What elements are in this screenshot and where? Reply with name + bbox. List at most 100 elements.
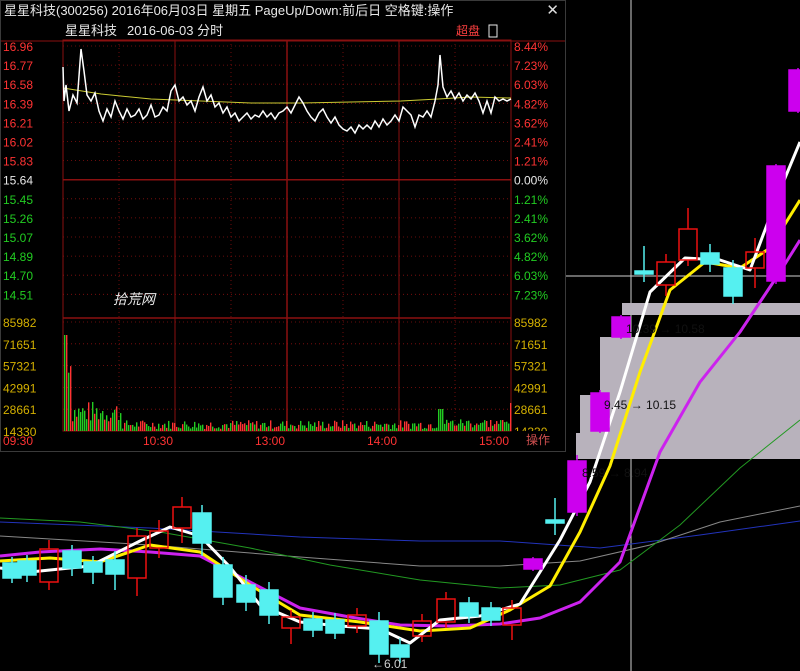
volume-bar bbox=[366, 421, 368, 431]
candle-body bbox=[39, 548, 59, 583]
volume-bar bbox=[102, 410, 104, 431]
pct-tick-label: 6.03% bbox=[514, 78, 548, 92]
intraday-popup[interactable]: 星星科技(300256) 2016年06月03日 星期五 PageUp/Down… bbox=[0, 0, 566, 452]
volume-bar bbox=[312, 425, 314, 431]
volume-tick-label: 85982 bbox=[514, 316, 548, 330]
volume-bar bbox=[398, 425, 400, 431]
volume-bar bbox=[472, 427, 474, 431]
volume-bar bbox=[132, 424, 134, 431]
volume-bar bbox=[154, 426, 156, 431]
volume-bar bbox=[212, 426, 214, 431]
volume-bar bbox=[266, 427, 268, 431]
volume-bar bbox=[186, 424, 188, 431]
volume-bar bbox=[390, 428, 392, 431]
volume-bar bbox=[94, 413, 96, 431]
volume-bar bbox=[318, 421, 320, 431]
intraday-chart[interactable]: 星星科技 2016-06-03 分时 超盘 16.96 8.44% 16.77 7.23% 1… bbox=[1, 21, 565, 451]
volume-bar bbox=[322, 421, 324, 431]
candle-body bbox=[172, 506, 192, 529]
volume-bar bbox=[72, 421, 74, 431]
volume-bar bbox=[100, 413, 102, 431]
volume-bar bbox=[92, 401, 94, 431]
volume-bar bbox=[182, 424, 184, 431]
volume-bar bbox=[114, 409, 116, 431]
volume-bar bbox=[384, 423, 386, 431]
operate-button[interactable]: 操作 bbox=[513, 431, 563, 449]
volume-bar bbox=[340, 427, 342, 431]
chaopan-toggle bbox=[488, 24, 498, 38]
volume-bar bbox=[492, 425, 494, 431]
pct-tick-label: 4.82% bbox=[514, 97, 548, 111]
candle-body bbox=[523, 558, 543, 570]
volume-bar bbox=[274, 427, 276, 431]
volume-bar bbox=[410, 428, 412, 431]
volume-bar bbox=[262, 423, 264, 431]
volume-bar bbox=[328, 423, 330, 431]
volume-bar bbox=[404, 421, 406, 431]
volume-bar bbox=[240, 421, 242, 431]
moving-average-line bbox=[0, 505, 800, 567]
volume-bar bbox=[218, 427, 220, 431]
popup-title: 星星科技(300256) 2016年06月03日 星期五 PageUp/Down… bbox=[4, 3, 454, 18]
volume-bar bbox=[64, 335, 66, 431]
volume-bar bbox=[272, 428, 274, 431]
volume-bar bbox=[450, 421, 452, 431]
close-icon[interactable]: ✕ bbox=[546, 1, 559, 21]
price-tick-label: 16.77 bbox=[3, 59, 33, 73]
volume-bar bbox=[228, 427, 230, 431]
volume-bar bbox=[332, 426, 334, 431]
volume-bar bbox=[278, 426, 280, 431]
watermark: 拾荒网 bbox=[113, 291, 157, 307]
candle-body bbox=[192, 512, 212, 544]
volume-bar bbox=[204, 428, 206, 431]
volume-bar bbox=[260, 424, 262, 431]
volume-bar bbox=[270, 420, 272, 431]
volume-bar bbox=[342, 420, 344, 431]
volume-tick-label: 57321 bbox=[3, 360, 37, 374]
volume-bar bbox=[356, 428, 358, 431]
volume-bar bbox=[214, 428, 216, 431]
volume-bar bbox=[76, 416, 78, 431]
volume-bar bbox=[380, 424, 382, 431]
volume-bar bbox=[400, 420, 402, 431]
candle-body bbox=[788, 69, 800, 112]
volume-bar bbox=[210, 422, 212, 431]
volume-bar bbox=[416, 426, 418, 431]
volume-bar bbox=[236, 421, 238, 431]
time-tick-label: 10:30 bbox=[143, 434, 173, 448]
volume-bar bbox=[490, 420, 492, 431]
volume-bar bbox=[144, 422, 146, 431]
price-tick-label: 16.58 bbox=[3, 78, 33, 92]
volume-bar bbox=[264, 422, 266, 431]
range-box bbox=[576, 433, 800, 459]
pct-tick-label: 6.03% bbox=[514, 269, 548, 283]
volume-bar bbox=[78, 408, 80, 431]
volume-bar bbox=[116, 406, 118, 431]
volume-bar bbox=[108, 421, 110, 431]
volume-bar bbox=[314, 422, 316, 431]
popup-title-bar[interactable]: 星星科技(300256) 2016年06月03日 星期五 PageUp/Down… bbox=[1, 1, 565, 21]
volume-bar bbox=[418, 423, 420, 431]
volume-bar bbox=[106, 415, 108, 431]
volume-bar bbox=[90, 420, 92, 431]
volume-bar bbox=[504, 422, 506, 431]
volume-bar bbox=[138, 426, 140, 431]
candle-body bbox=[545, 519, 565, 524]
volume-bar bbox=[486, 420, 488, 431]
pct-tick-label: 4.82% bbox=[514, 250, 548, 264]
volume-bar bbox=[462, 423, 464, 431]
volume-bar bbox=[230, 423, 232, 431]
candle-body bbox=[17, 560, 37, 576]
volume-tick-label: 28661 bbox=[514, 403, 548, 417]
volume-bar bbox=[442, 409, 444, 431]
volume-bar bbox=[84, 410, 86, 431]
volume-bar bbox=[344, 425, 346, 431]
volume-bar bbox=[478, 424, 480, 431]
volume-tick-label: 57321 bbox=[514, 360, 548, 374]
volume-bar bbox=[476, 423, 478, 431]
volume-bar bbox=[354, 423, 356, 431]
volume-bar bbox=[296, 428, 298, 431]
volume-bar bbox=[500, 420, 502, 431]
volume-bar bbox=[368, 426, 370, 431]
volume-bar bbox=[386, 423, 388, 431]
